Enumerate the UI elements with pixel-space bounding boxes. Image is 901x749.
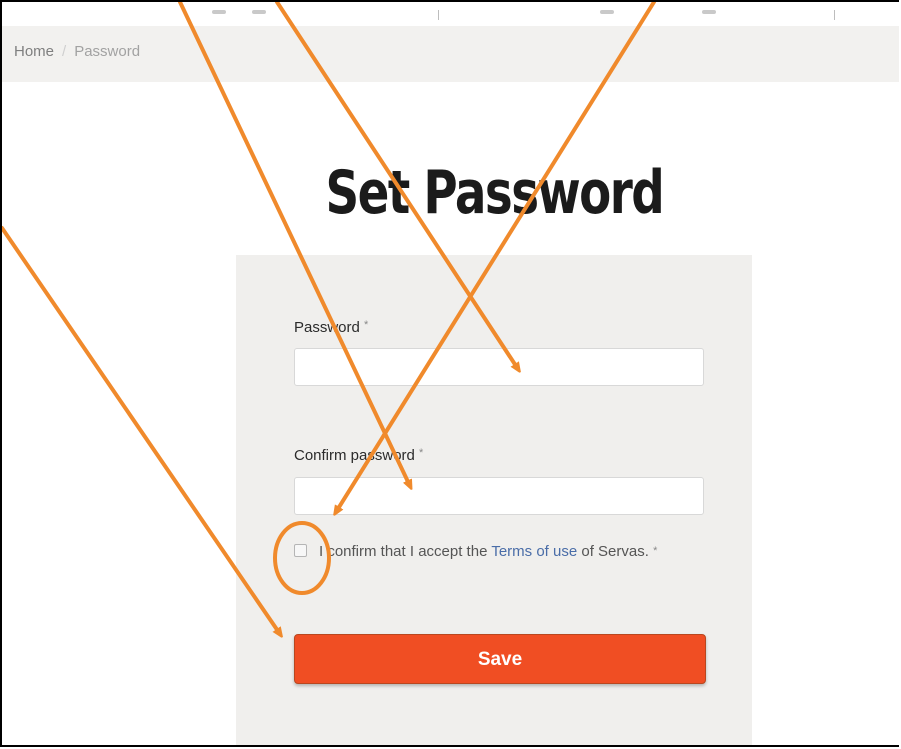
confirm-password-input[interactable] (294, 477, 704, 515)
terms-prefix: I confirm that I accept the (319, 543, 492, 560)
nav-divider (438, 10, 439, 20)
set-password-form: Password * Confirm password * I confirm … (236, 255, 752, 745)
breadcrumb-current: Password (74, 43, 141, 60)
terms-of-use-link[interactable]: Terms of use (491, 543, 577, 560)
password-input[interactable] (294, 348, 704, 386)
password-label-text: Password (294, 319, 360, 336)
required-marker: * (419, 447, 424, 459)
breadcrumb-separator: / (62, 43, 67, 60)
confirm-password-label: Confirm password * (294, 447, 423, 464)
terms-row: I confirm that I accept the Terms of use… (294, 539, 674, 564)
page-frame: Home / Password Set Password Password * Co… (0, 0, 899, 747)
top-navigation-strip (2, 2, 899, 24)
page-title: Set Password (325, 158, 665, 228)
breadcrumb-home-link[interactable]: Home (14, 43, 54, 60)
password-label: Password * (294, 319, 368, 336)
save-button[interactable]: Save (294, 634, 706, 684)
required-marker: * (364, 319, 369, 331)
nav-divider (834, 10, 835, 20)
nav-item-icon[interactable] (252, 10, 266, 14)
confirm-password-label-text: Confirm password (294, 447, 415, 464)
terms-suffix: of Servas. (577, 543, 649, 560)
terms-checkbox[interactable] (294, 544, 307, 557)
required-marker: * (653, 545, 658, 557)
breadcrumb-bar: Home / Password (2, 26, 899, 82)
nav-item-icon[interactable] (702, 10, 716, 14)
terms-text: I confirm that I accept the Terms of use… (294, 539, 674, 564)
breadcrumb: Home / Password (14, 43, 140, 60)
nav-item-icon[interactable] (212, 10, 226, 14)
nav-item-icon[interactable] (600, 10, 614, 14)
